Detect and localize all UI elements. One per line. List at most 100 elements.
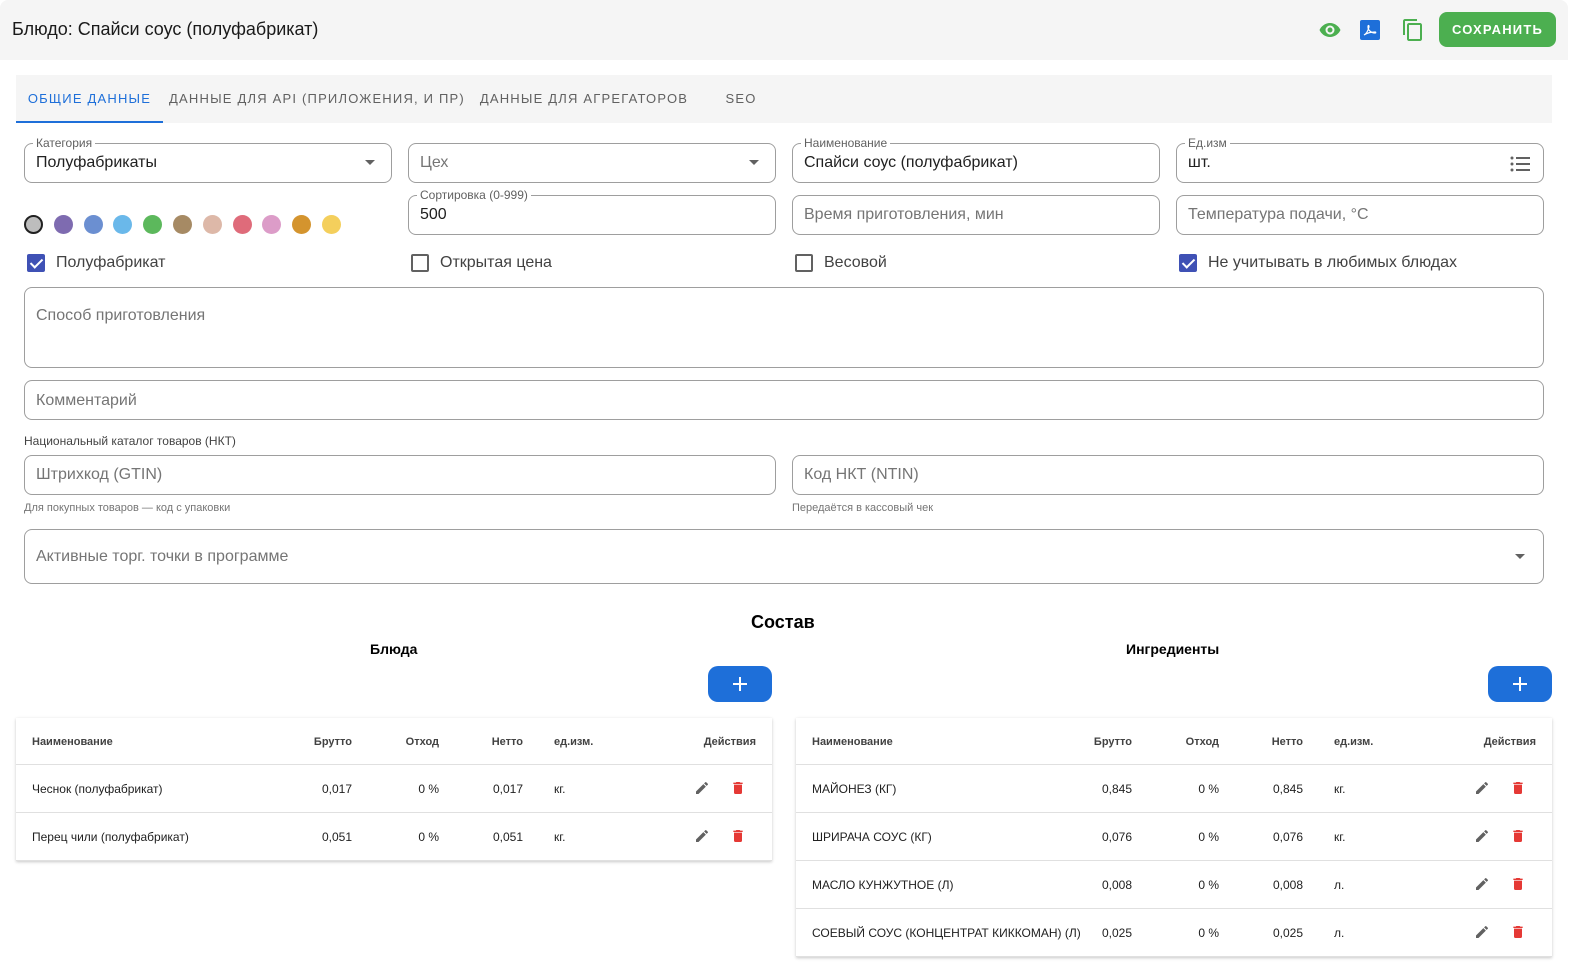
ignore-favorites-label: Не учитывать в любимых блюдах [1208,254,1457,271]
edit-icon[interactable] [1474,780,1490,796]
category-label: Категория [33,136,96,150]
cell-gross: 0,025 [1101,926,1132,940]
eye-icon[interactable] [1316,16,1344,44]
column-header: ед.изм. [1334,736,1374,748]
column-header: Отход [1185,736,1219,748]
unit-value: шт. [1188,154,1211,171]
cooking-method-textarea[interactable]: Способ приготовления [24,287,1544,368]
workshop-select[interactable]: Цех [408,143,776,183]
ntin-field[interactable]: Код НКТ (NTIN) [792,455,1544,495]
column-header: Наименование [32,736,113,748]
table-row: Чеснок (полуфабрикат) 0,017 0 % 0,017 кг. [16,765,772,813]
semi-finished-checkbox[interactable] [27,254,45,272]
cell-net: 0,076 [1272,830,1303,844]
name-field[interactable]: Наименование Спайси соус (полуфабрикат) [792,136,1160,183]
edit-icon[interactable] [1474,828,1490,844]
color-swatch[interactable] [143,215,163,234]
cell-unit: кг. [554,830,566,844]
cell-name: МАСЛО КУНЖУТНОЕ (Л) [812,878,954,892]
color-swatch[interactable] [173,215,192,234]
weighted-checkbox[interactable] [795,254,813,272]
chevron-down-icon [1515,554,1525,559]
cell-unit: л. [1334,926,1345,940]
column-header: Нетто [1271,736,1303,748]
delete-icon[interactable] [1510,876,1526,892]
cell-net: 0,025 [1272,926,1303,940]
color-swatch[interactable] [24,215,43,234]
table-header: Наименование Брутто Отход Нетто ед.изм. Дейст… [16,718,772,765]
color-swatch[interactable] [53,215,73,234]
tab-general[interactable]: ОБЩИЕ ДАННЫЕ [16,75,163,123]
chevron-down-icon [749,160,759,165]
weighted-label: Весовой [824,254,887,271]
sort-field[interactable]: Сортировка (0-999) 500 [408,188,776,235]
cook-time-placeholder: Время приготовления, мин [804,206,1004,223]
delete-icon[interactable] [1510,828,1526,844]
table-row: МАЙОНЕЗ (КГ) 0,845 0 % 0,845 кг. [796,765,1552,813]
cell-gross: 0,017 [321,782,352,796]
color-swatch[interactable] [83,215,103,234]
color-swatch[interactable] [202,215,222,234]
cell-waste: 0 % [1198,878,1219,892]
sort-label: Сортировка (0-999) [417,188,531,202]
add-ingredient-button[interactable] [1488,666,1552,702]
color-swatch[interactable] [232,215,252,234]
category-select[interactable]: Категория Полуфабрикаты [24,136,392,183]
cell-unit: кг. [1334,782,1346,796]
edit-icon[interactable] [1474,924,1490,940]
name-value: Спайси соус (полуфабрикат) [804,154,1018,171]
cell-net: 0,051 [492,830,523,844]
gtin-field[interactable]: Штрихкод (GTIN) [24,455,776,495]
semi-finished-label: Полуфабрикат [56,254,166,271]
table-row: СОЕВЫЙ СОУС (КОНЦЕНТРАТ КИККОМАН) (Л) 0,0… [796,909,1552,957]
serve-temp-field[interactable]: Температура подачи, °C [1176,195,1544,235]
copy-icon[interactable] [1399,16,1427,44]
tab-api[interactable]: ДАННЫЕ ДЛЯ API (ПРИЛОЖЕНИЯ, И ПР) [166,75,468,123]
cell-gross: 0,051 [321,830,352,844]
edit-icon[interactable] [694,780,710,796]
color-swatch[interactable] [262,215,282,234]
delete-icon[interactable] [1510,780,1526,796]
list-icon[interactable] [1509,154,1531,179]
column-header: Брутто [313,736,352,748]
table-row: Перец чили (полуфабрикат) 0,051 0 % 0,051 кг… [16,813,772,861]
column-header: Отход [405,736,439,748]
delete-icon[interactable] [1510,924,1526,940]
edit-icon[interactable] [694,828,710,844]
cell-name: Перец чили (полуфабрикат) [32,830,189,844]
delete-icon[interactable] [730,828,746,844]
save-button[interactable]: СОХРАНИТЬ [1439,12,1556,47]
color-swatch[interactable] [322,215,341,234]
table-row: МАСЛО КУНЖУТНОЕ (Л) 0,008 0 % 0,008 л. [796,861,1552,909]
delete-icon[interactable] [730,780,746,796]
dishes-table: Наименование Брутто Отход Нетто ед.изм. Дейст… [16,718,772,861]
outlets-placeholder: Активные торг. точки в программе [36,548,289,565]
open-price-checkbox[interactable] [411,254,429,272]
cell-unit: л. [1334,878,1345,892]
serve-temp-placeholder: Температура подачи, °C [1188,206,1369,223]
comment-placeholder: Комментарий [36,392,137,409]
color-swatch[interactable] [113,215,133,234]
category-value: Полуфабрикаты [36,154,157,171]
column-header: Нетто [491,736,523,748]
comment-field[interactable]: Комментарий [24,380,1544,420]
tab-aggregators[interactable]: ДАННЫЕ ДЛЯ АГРЕГАТОРОВ [474,75,694,123]
composition-title: Состав [751,612,815,632]
unit-field[interactable]: Ед.изм шт. [1176,136,1544,183]
cell-waste: 0 % [1198,830,1219,844]
open-price-label: Открытая цена [440,254,552,271]
cell-gross: 0,008 [1101,878,1132,892]
add-dish-button[interactable] [708,666,772,702]
outlets-select[interactable]: Активные торг. точки в программе [24,529,1544,584]
workshop-placeholder: Цех [420,154,449,171]
ignore-favorites-checkbox[interactable] [1179,254,1197,272]
edit-icon[interactable] [1474,876,1490,892]
color-swatch[interactable] [292,215,312,234]
cell-unit: кг. [1334,830,1346,844]
cell-waste: 0 % [418,782,439,796]
cook-time-field[interactable]: Время приготовления, мин [792,195,1160,235]
cell-net: 0,008 [1272,878,1303,892]
pdf-icon[interactable] [1356,16,1384,44]
tab-seo[interactable]: SEO [711,75,771,123]
chevron-down-icon [365,160,375,165]
